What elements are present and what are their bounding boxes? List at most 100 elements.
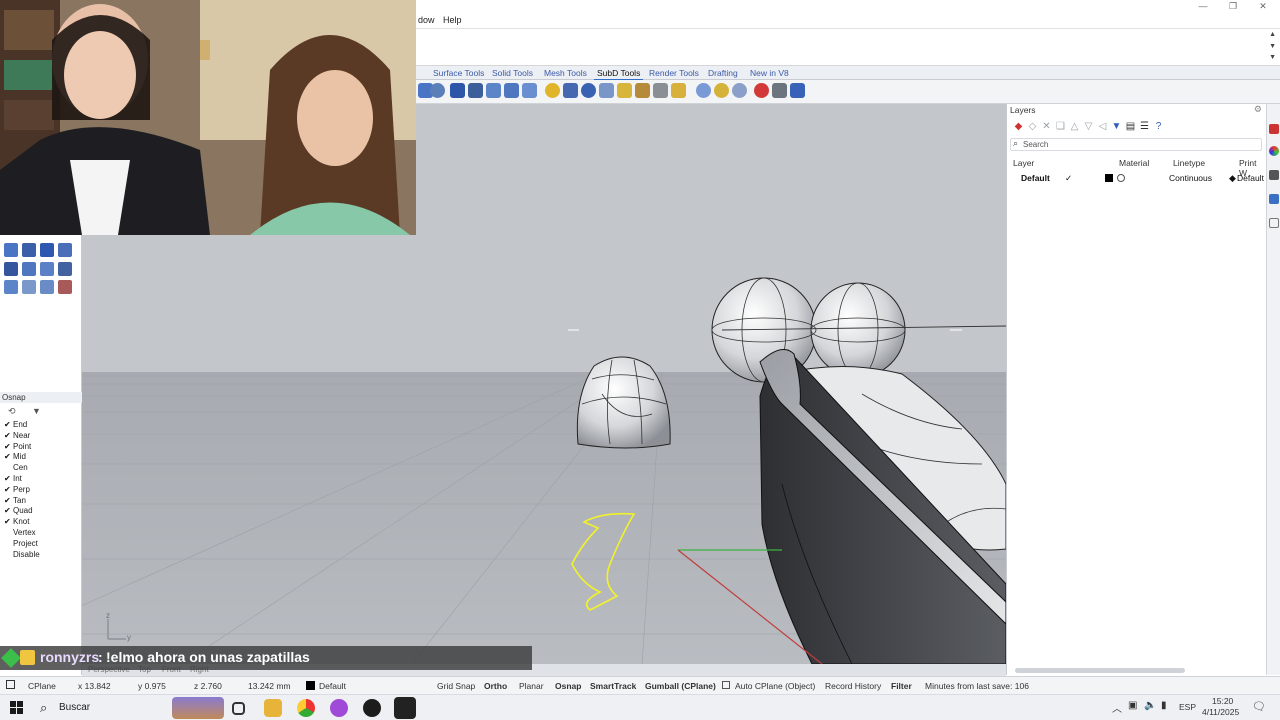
osnap-toggle[interactable]: Osnap — [555, 681, 581, 691]
grid-snap-toggle[interactable]: Grid Snap — [437, 681, 475, 691]
tool-icon[interactable] — [40, 243, 54, 257]
subd-box-icon[interactable] — [430, 83, 445, 98]
tray-app-icon[interactable]: ▣ — [1128, 700, 1137, 711]
duplicate-layer-icon[interactable]: ❏ — [1055, 121, 1066, 132]
subd-globe-icon[interactable] — [581, 83, 596, 98]
menu-window[interactable]: dow — [418, 15, 435, 25]
osnap-reset-icon[interactable]: ⟲ — [8, 406, 16, 417]
sidebar-toggle-icon[interactable] — [6, 680, 15, 689]
subd-sphere-icon[interactable] — [545, 83, 560, 98]
tab-drafting[interactable]: Drafting — [708, 68, 738, 78]
help-icon[interactable]: ? — [1153, 121, 1164, 132]
restore-button[interactable]: ❐ — [1220, 0, 1246, 13]
tool-icon[interactable] — [58, 243, 72, 257]
subd-grid-icon[interactable] — [450, 83, 465, 98]
move-up-icon[interactable]: △ — [1069, 121, 1080, 132]
layers-scrollbar[interactable] — [1015, 668, 1185, 673]
subd-no-icon[interactable] — [754, 83, 769, 98]
subd-smooth-icon[interactable] — [732, 83, 747, 98]
osnap-option[interactable]: ✔ Near — [4, 431, 30, 441]
tool-icon[interactable] — [4, 262, 18, 276]
col-linetype[interactable]: Linetype — [1173, 158, 1205, 168]
auto-cplane-toggle[interactable]: Auto CPlane (Object) — [735, 681, 815, 691]
layer-linetype[interactable]: Continuous — [1169, 173, 1212, 183]
osnap-option[interactable]: ✔ End — [4, 420, 27, 430]
osnap-checkbox[interactable]: ✔ — [4, 517, 13, 527]
tab-mesh-tools[interactable]: Mesh Tools — [544, 68, 587, 78]
notes-tab-icon[interactable] — [1269, 218, 1279, 228]
language-indicator[interactable]: ESP — [1179, 702, 1196, 712]
move-down-icon[interactable]: ▽ — [1083, 121, 1094, 132]
subd-crease-icon[interactable] — [522, 83, 537, 98]
battery-icon[interactable]: ▮ — [1161, 700, 1167, 711]
osnap-checkbox[interactable]: ✔ — [4, 452, 13, 462]
subd-cube-icon[interactable] — [671, 83, 686, 98]
chrome-icon[interactable] — [297, 699, 315, 717]
tab-subd-tools[interactable]: SubD Tools — [593, 68, 644, 81]
osnap-option[interactable]: Project — [4, 539, 38, 549]
osnap-option[interactable]: ✔ Perp — [4, 485, 30, 495]
filter-toggle[interactable]: Filter — [891, 681, 912, 691]
library-tab-icon[interactable] — [1269, 194, 1279, 204]
tools-icon[interactable]: ▤ — [1125, 121, 1136, 132]
layer-name[interactable]: Default — [1021, 173, 1050, 183]
tool-icon[interactable] — [22, 280, 36, 294]
render-tab-icon[interactable] — [1269, 146, 1279, 156]
osnap-checkbox[interactable]: ✔ — [4, 496, 13, 506]
new-sublayer-icon[interactable]: ◇ — [1027, 121, 1038, 132]
menu-help[interactable]: Help — [443, 15, 462, 25]
current-layer-check[interactable]: ✓ — [1065, 173, 1072, 184]
osnap-checkbox[interactable]: ✔ — [4, 420, 13, 430]
subd-bridge-icon[interactable] — [486, 83, 501, 98]
layer-material-icon[interactable] — [1117, 174, 1125, 182]
clock-date[interactable]: 4/11/2025 — [1202, 707, 1239, 717]
ortho-toggle[interactable]: Ortho — [484, 681, 507, 691]
osnap-option[interactable]: ✔ Tan — [4, 496, 26, 506]
volume-icon[interactable]: 🔈 — [1144, 700, 1156, 711]
layers-close-icon[interactable]: ⚙ — [1254, 104, 1262, 115]
subd-scissors-icon[interactable] — [772, 83, 787, 98]
subd-join-icon[interactable] — [504, 83, 519, 98]
command-area[interactable]: ▲ ▼ ▼ — [416, 28, 1280, 66]
task-view-icon[interactable] — [232, 702, 245, 715]
osnap-checkbox[interactable]: ✔ — [4, 442, 13, 452]
status-layer[interactable]: Default — [319, 681, 346, 691]
minimize-button[interactable]: — — [1190, 0, 1216, 13]
tool-icon[interactable] — [4, 280, 18, 294]
subd-select-icon[interactable] — [790, 83, 805, 98]
menu-icon[interactable]: ☰ — [1139, 121, 1150, 132]
layer-color-swatch[interactable] — [1105, 174, 1113, 182]
osnap-option[interactable]: Cen — [4, 463, 28, 473]
windows-start-icon[interactable] — [10, 701, 23, 714]
tool-icon[interactable] — [40, 280, 54, 294]
close-button[interactable]: ✕ — [1250, 0, 1276, 13]
tab-solid-tools[interactable]: Solid Tools — [492, 68, 533, 78]
subd-lines-icon[interactable] — [653, 83, 668, 98]
subd-extrude-icon[interactable] — [563, 83, 578, 98]
tray-chevron-icon[interactable]: ︿ — [1112, 700, 1122, 715]
osnap-option[interactable]: ✔ Quad — [4, 506, 33, 516]
subd-ball-gold-icon[interactable] — [714, 83, 729, 98]
tool-icon[interactable] — [22, 243, 36, 257]
layer-search-input[interactable]: ⌕ Search — [1010, 138, 1262, 151]
subd-pencil-icon[interactable] — [635, 83, 650, 98]
notifications-icon[interactable]: 🗨 — [1252, 700, 1266, 713]
subd-ball-icon[interactable] — [696, 83, 711, 98]
tool-icon[interactable] — [40, 262, 54, 276]
osnap-checkbox[interactable]: ✔ — [4, 474, 13, 484]
rhino-icon[interactable] — [394, 697, 416, 719]
status-cplane[interactable]: CPlane — [28, 681, 56, 691]
tab-surface-tools[interactable]: Surface Tools — [433, 68, 484, 78]
osnap-option[interactable]: ✔ Mid — [4, 452, 26, 462]
tool-icon[interactable] — [4, 243, 18, 257]
taskbar-search[interactable]: ⌕ Buscar — [32, 697, 172, 719]
gumball-toggle[interactable]: Gumball (CPlane) — [645, 681, 716, 691]
tool-icon[interactable] — [58, 280, 72, 294]
osnap-filter-icon[interactable]: ▼ — [32, 406, 41, 416]
osnap-option[interactable]: ✔ Point — [4, 442, 31, 452]
app-icon[interactable] — [330, 699, 348, 717]
scroll-up-icon[interactable]: ▲ — [1269, 31, 1276, 38]
layers-tab-icon[interactable] — [1269, 124, 1279, 134]
tool-icon[interactable] — [58, 262, 72, 276]
tab-new-in-v8[interactable]: New in V8 — [750, 68, 789, 78]
